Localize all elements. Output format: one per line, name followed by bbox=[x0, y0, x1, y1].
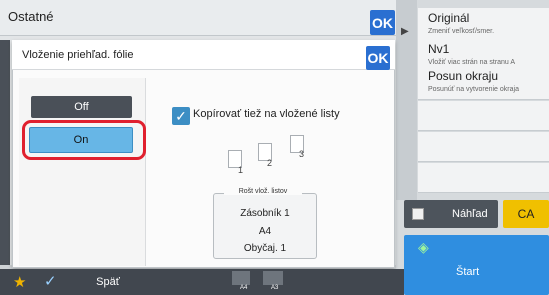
page-number-3: 3 bbox=[299, 149, 305, 159]
dialog-ok-button[interactable]: OK bbox=[366, 46, 390, 70]
paper-a4-thumbnail bbox=[232, 271, 250, 285]
tray-source: Zásobník 1 bbox=[240, 208, 290, 219]
clear-all-button[interactable]: CA bbox=[503, 200, 549, 228]
outer-panel-title: Ostatné bbox=[8, 9, 54, 24]
menu-item-subtitle: Vložiť viac strán na stranu A bbox=[428, 59, 516, 66]
menu-item-original[interactable]: Originál Zmeniť veľkosť/smer. bbox=[418, 8, 549, 42]
preview-button[interactable]: Náhľad bbox=[404, 200, 498, 228]
dialog-title: Vloženie priehľad. fólie bbox=[22, 49, 134, 61]
check-icon[interactable]: ✓ bbox=[44, 272, 57, 290]
paper-a3-label: A3 bbox=[271, 285, 279, 291]
start-button[interactable]: ◈ Štart bbox=[404, 235, 549, 295]
insert-tray-title: Rošt vlož. listov bbox=[224, 188, 302, 195]
menu-item-title: Posun okraju bbox=[428, 69, 499, 83]
menu-item-title: Nv1 bbox=[428, 42, 450, 56]
menu-item-empty-2 bbox=[418, 132, 549, 162]
menu-item-subtitle: Zmeniť veľkosť/smer. bbox=[428, 28, 495, 35]
outer-ok-button[interactable]: OK bbox=[370, 10, 395, 35]
copy-to-inserts-label: Kopírovať tiež na vložené listy bbox=[193, 108, 340, 120]
preview-label: Náhľad bbox=[452, 208, 488, 220]
copy-to-inserts-checkbox[interactable]: ✓ bbox=[172, 107, 190, 125]
outer-panel-header bbox=[0, 0, 396, 36]
menu-item-empty-3 bbox=[418, 163, 549, 193]
start-diamond-icon: ◈ bbox=[418, 239, 429, 255]
on-button[interactable]: On bbox=[29, 127, 133, 153]
menu-item-empty-1 bbox=[418, 101, 549, 131]
menu-item-margin-shift[interactable]: Posun okraju Posunúť na vytvorenie okraj… bbox=[418, 66, 549, 100]
paper-a4-label: A4 bbox=[240, 285, 248, 291]
back-button[interactable]: Späť bbox=[68, 271, 148, 293]
menu-item-title: Originál bbox=[428, 11, 470, 25]
play-arrow-icon[interactable]: ▶ bbox=[401, 26, 411, 38]
preview-icon bbox=[412, 208, 424, 220]
tray-size: A4 bbox=[258, 226, 272, 237]
paper-a3-thumbnail bbox=[263, 271, 283, 285]
off-button[interactable]: Off bbox=[31, 96, 132, 118]
page-number-1: 1 bbox=[238, 165, 244, 175]
left-edge-strip bbox=[0, 40, 10, 265]
bottom-bar bbox=[0, 269, 404, 295]
menu-item-subtitle: Posunúť na vytvorenie okraja bbox=[428, 86, 519, 93]
tray-type: Obyčaj. 1 bbox=[243, 243, 287, 254]
page-number-2: 2 bbox=[267, 158, 273, 168]
start-label: Štart bbox=[456, 266, 480, 278]
star-icon[interactable]: ★ bbox=[13, 273, 26, 291]
